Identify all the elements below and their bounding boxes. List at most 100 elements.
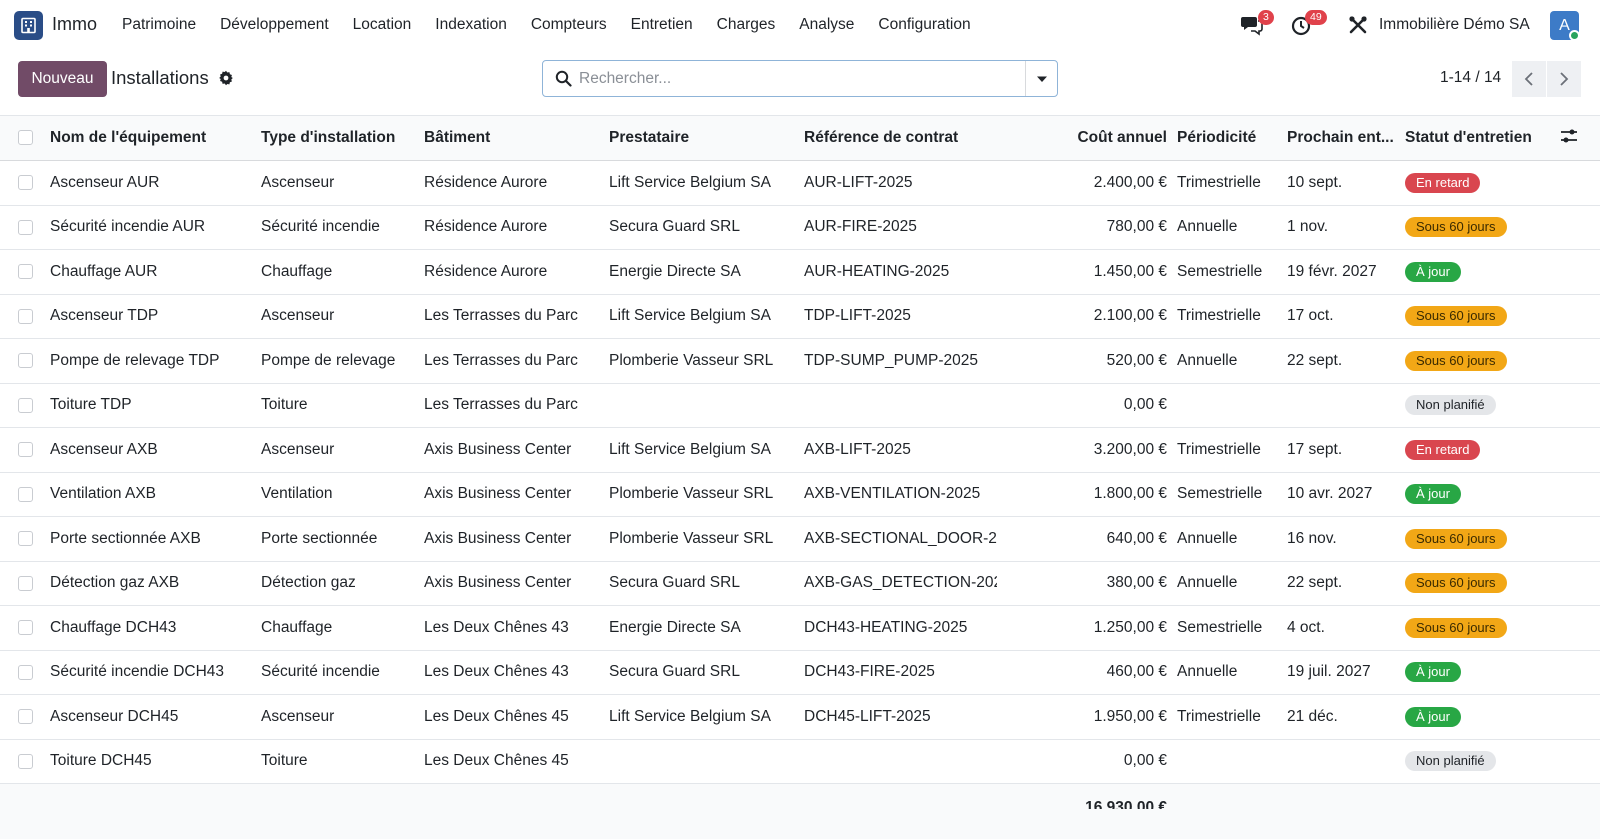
row-checkbox[interactable] <box>18 664 33 680</box>
cell-name[interactable]: Pompe de relevage TDP <box>50 339 261 384</box>
cell-provider[interactable] <box>609 383 804 428</box>
optional-columns-toggle[interactable] <box>1560 116 1600 161</box>
cell-contract[interactable] <box>804 739 997 784</box>
cell-status[interactable]: Sous 60 jours <box>1405 205 1560 250</box>
cell-status[interactable]: Non planifié <box>1405 383 1560 428</box>
pager-value[interactable]: 1-14 / 14 <box>1440 69 1501 87</box>
table-row[interactable]: Ascenseur AUR Ascenseur Résidence Aurore Li… <box>0 161 1600 206</box>
table-row[interactable]: Ascenseur AXB Ascenseur Axis Business Cent… <box>0 428 1600 473</box>
cell-next-maintenance[interactable]: 21 déc. <box>1287 695 1405 740</box>
cell-name[interactable]: Détection gaz AXB <box>50 561 261 606</box>
cell-cost[interactable]: 1.950,00 € <box>997 695 1177 740</box>
row-checkbox[interactable] <box>18 620 33 636</box>
cell-name[interactable]: Ascenseur AUR <box>50 161 261 206</box>
cell-type[interactable]: Toiture <box>261 739 424 784</box>
cell-cost[interactable]: 640,00 € <box>997 517 1177 562</box>
cell-status[interactable]: À jour <box>1405 695 1560 740</box>
cell-cost[interactable]: 0,00 € <box>997 383 1177 428</box>
cell-period[interactable]: Semestrielle <box>1177 250 1287 295</box>
cell-cost[interactable]: 1.450,00 € <box>997 250 1177 295</box>
cell-type[interactable]: Sécurité incendie <box>261 650 424 695</box>
cell-type[interactable]: Chauffage <box>261 250 424 295</box>
menu-item-charges[interactable]: Charges <box>705 16 788 34</box>
company-switcher[interactable]: Immobilière Démo SA <box>1379 16 1530 34</box>
cell-name[interactable]: Porte sectionnée AXB <box>50 517 261 562</box>
cell-type[interactable]: Pompe de relevage <box>261 339 424 384</box>
search-options-toggle[interactable] <box>1025 61 1057 96</box>
cell-period[interactable]: Annuelle <box>1177 339 1287 384</box>
table-row[interactable]: Pompe de relevage TDP Pompe de relevage Le… <box>0 339 1600 384</box>
row-checkbox[interactable] <box>18 397 33 413</box>
row-checkbox[interactable] <box>18 219 33 235</box>
cell-building[interactable]: Les Terrasses du Parc <box>424 339 609 384</box>
menu-item-analyse[interactable]: Analyse <box>787 16 866 34</box>
cell-building[interactable]: Les Deux Chênes 43 <box>424 650 609 695</box>
cell-contract[interactable]: TDP-SUMP_PUMP-2025 <box>804 339 997 384</box>
cell-provider[interactable] <box>609 739 804 784</box>
cell-provider[interactable]: Lift Service Belgium SA <box>609 161 804 206</box>
cell-status[interactable]: À jour <box>1405 250 1560 295</box>
cell-type[interactable]: Ascenseur <box>261 161 424 206</box>
cell-contract[interactable]: AXB-SECTIONAL_DOOR-2025 <box>804 517 997 562</box>
cell-type[interactable]: Toiture <box>261 383 424 428</box>
column-header-name[interactable]: Nom de l'équipement <box>50 116 261 161</box>
cell-cost[interactable]: 1.250,00 € <box>997 606 1177 651</box>
cell-period[interactable]: Trimestrielle <box>1177 428 1287 473</box>
cell-building[interactable]: Axis Business Center <box>424 472 609 517</box>
cell-name[interactable]: Chauffage AUR <box>50 250 261 295</box>
cell-cost[interactable]: 460,00 € <box>997 650 1177 695</box>
cell-provider[interactable]: Lift Service Belgium SA <box>609 294 804 339</box>
cell-provider[interactable]: Plomberie Vasseur SRL <box>609 339 804 384</box>
row-checkbox[interactable] <box>18 709 33 725</box>
column-header-status[interactable]: Statut d'entretien <box>1405 116 1560 161</box>
row-checkbox[interactable] <box>18 442 33 458</box>
cell-type[interactable]: Ascenseur <box>261 428 424 473</box>
cell-period[interactable] <box>1177 739 1287 784</box>
cell-next-maintenance[interactable]: 22 sept. <box>1287 561 1405 606</box>
cell-contract[interactable]: DCH43-HEATING-2025 <box>804 606 997 651</box>
pager-previous-button[interactable] <box>1512 61 1546 97</box>
cell-building[interactable]: Les Deux Chênes 45 <box>424 695 609 740</box>
row-checkbox[interactable] <box>18 486 33 502</box>
cell-provider[interactable]: Secura Guard SRL <box>609 561 804 606</box>
building-icon[interactable] <box>14 11 43 40</box>
cell-status[interactable]: Sous 60 jours <box>1405 561 1560 606</box>
cell-name[interactable]: Ascenseur AXB <box>50 428 261 473</box>
row-checkbox[interactable] <box>18 753 33 769</box>
cell-period[interactable] <box>1177 383 1287 428</box>
cell-provider[interactable]: Plomberie Vasseur SRL <box>609 517 804 562</box>
row-checkbox[interactable] <box>18 264 33 280</box>
menu-item-developpement[interactable]: Développement <box>208 16 341 34</box>
cell-building[interactable]: Axis Business Center <box>424 561 609 606</box>
cell-cost[interactable]: 1.800,00 € <box>997 472 1177 517</box>
table-row[interactable]: Ventilation AXB Ventilation Axis Business … <box>0 472 1600 517</box>
cell-building[interactable]: Axis Business Center <box>424 428 609 473</box>
activities-button[interactable]: 49 <box>1291 10 1327 36</box>
cell-next-maintenance[interactable]: 4 oct. <box>1287 606 1405 651</box>
cell-period[interactable]: Trimestrielle <box>1177 294 1287 339</box>
cell-cost[interactable]: 380,00 € <box>997 561 1177 606</box>
cell-building[interactable]: Résidence Aurore <box>424 161 609 206</box>
cell-next-maintenance[interactable] <box>1287 383 1405 428</box>
cell-type[interactable]: Sécurité incendie <box>261 205 424 250</box>
gear-icon[interactable] <box>218 70 234 86</box>
cell-status[interactable]: À jour <box>1405 472 1560 517</box>
cell-building[interactable]: Les Terrasses du Parc <box>424 383 609 428</box>
cell-contract[interactable]: DCH45-LIFT-2025 <box>804 695 997 740</box>
cell-name[interactable]: Sécurité incendie AUR <box>50 205 261 250</box>
cell-contract[interactable]: AUR-HEATING-2025 <box>804 250 997 295</box>
cell-status[interactable]: Non planifié <box>1405 739 1560 784</box>
cell-provider[interactable]: Plomberie Vasseur SRL <box>609 472 804 517</box>
cell-building[interactable]: Les Terrasses du Parc <box>424 294 609 339</box>
app-name[interactable]: Immo <box>52 14 97 35</box>
cell-name[interactable]: Ventilation AXB <box>50 472 261 517</box>
cell-building[interactable]: Résidence Aurore <box>424 205 609 250</box>
cell-type[interactable]: Ascenseur <box>261 695 424 740</box>
cell-next-maintenance[interactable]: 10 avr. 2027 <box>1287 472 1405 517</box>
cell-building[interactable]: Axis Business Center <box>424 517 609 562</box>
cell-type[interactable]: Chauffage <box>261 606 424 651</box>
cell-contract[interactable] <box>804 383 997 428</box>
cell-next-maintenance[interactable]: 1 nov. <box>1287 205 1405 250</box>
menu-item-indexation[interactable]: Indexation <box>423 16 519 34</box>
row-checkbox[interactable] <box>18 308 33 324</box>
